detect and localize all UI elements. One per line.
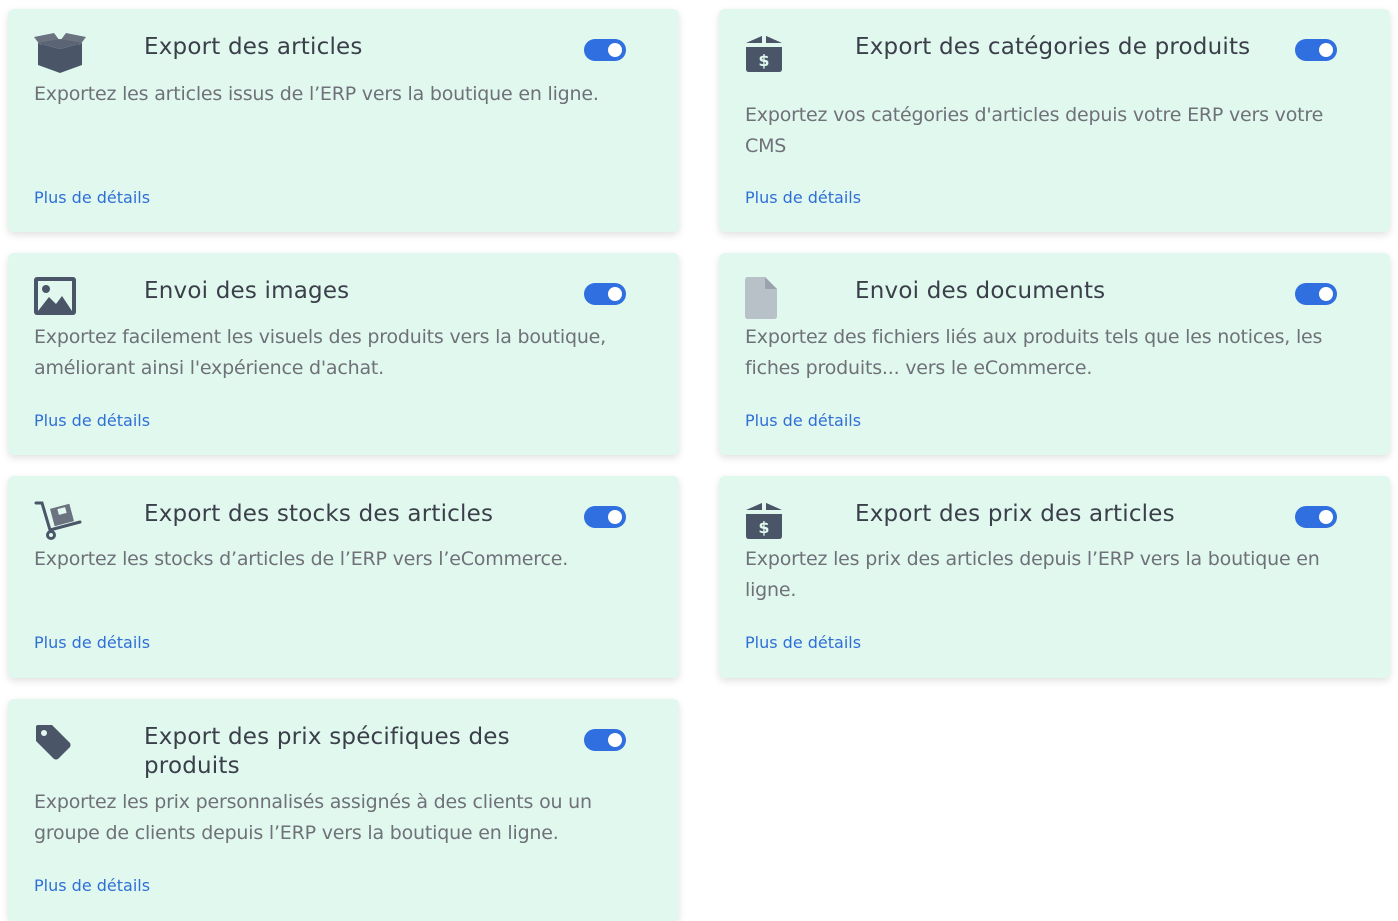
toggle-switch[interactable]: [1295, 283, 1337, 305]
image-icon: [34, 277, 86, 325]
tag-icon: [34, 723, 86, 771]
card-send-images: Envoi des images Exportez facilement les…: [8, 253, 679, 455]
price-box-icon: $: [745, 33, 797, 81]
more-details-link[interactable]: Plus de détails: [745, 188, 861, 207]
card-description: Exportez les prix personnalisés assignés…: [34, 791, 592, 844]
card-description: Exportez les articles issus de l’ERP ver…: [34, 83, 599, 105]
card-description: Exportez des fichiers liés aux produits …: [745, 326, 1323, 379]
card-title: Export des catégories de produits: [855, 34, 1251, 60]
card-export-categories: $ Export des catégories de produits Expo…: [719, 9, 1390, 232]
toggle-knob: [608, 43, 622, 57]
card-title: Envoi des images: [144, 278, 350, 304]
more-details-link[interactable]: Plus de détails: [745, 633, 861, 652]
card-title: Export des prix des articles: [855, 501, 1175, 527]
more-details-link[interactable]: Plus de détails: [745, 411, 861, 430]
card-export-prices: $ Export des prix des articles Exportez …: [719, 476, 1390, 678]
card-export-specific-prices: Export des prix spécifiques des produits…: [8, 699, 679, 921]
card-description: Exportez facilement les visuels des prod…: [34, 326, 606, 379]
card-description: Exportez les prix des articles depuis l’…: [745, 548, 1320, 601]
card-export-stocks: Export des stocks des articles Exportez …: [8, 476, 679, 678]
toggle-switch[interactable]: [584, 729, 626, 751]
toggle-knob: [608, 733, 622, 747]
toggle-knob: [1319, 287, 1333, 301]
open-box-icon: [34, 33, 86, 81]
toggle-switch[interactable]: [584, 283, 626, 305]
more-details-link[interactable]: Plus de détails: [34, 633, 150, 652]
svg-text:$: $: [758, 51, 769, 70]
svg-text:$: $: [758, 518, 769, 537]
card-send-documents: Envoi des documents Exportez des fichier…: [719, 253, 1390, 455]
card-description: Exportez vos catégories d'articles depui…: [745, 104, 1324, 157]
toggle-switch[interactable]: [1295, 39, 1337, 61]
more-details-link[interactable]: Plus de détails: [34, 188, 150, 207]
card-title: Export des stocks des articles: [144, 501, 494, 527]
price-box-icon: $: [745, 500, 797, 548]
toggle-switch[interactable]: [584, 506, 626, 528]
toggle-switch[interactable]: [584, 39, 626, 61]
document-icon: [745, 277, 797, 325]
card-description: Exportez les stocks d’articles de l’ERP …: [34, 548, 569, 570]
toggle-switch[interactable]: [1295, 506, 1337, 528]
card-title: Export des prix spécifiques des produits: [144, 724, 510, 779]
card-title: Export des articles: [144, 34, 363, 60]
hand-truck-icon: [34, 500, 86, 548]
toggle-knob: [1319, 43, 1333, 57]
more-details-link[interactable]: Plus de détails: [34, 411, 150, 430]
toggle-knob: [608, 510, 622, 524]
more-details-link[interactable]: Plus de détails: [34, 876, 150, 895]
card-title: Envoi des documents: [855, 278, 1106, 304]
card-export-articles: Export des articles Exportez les article…: [8, 9, 679, 232]
toggle-knob: [608, 287, 622, 301]
toggle-knob: [1319, 510, 1333, 524]
